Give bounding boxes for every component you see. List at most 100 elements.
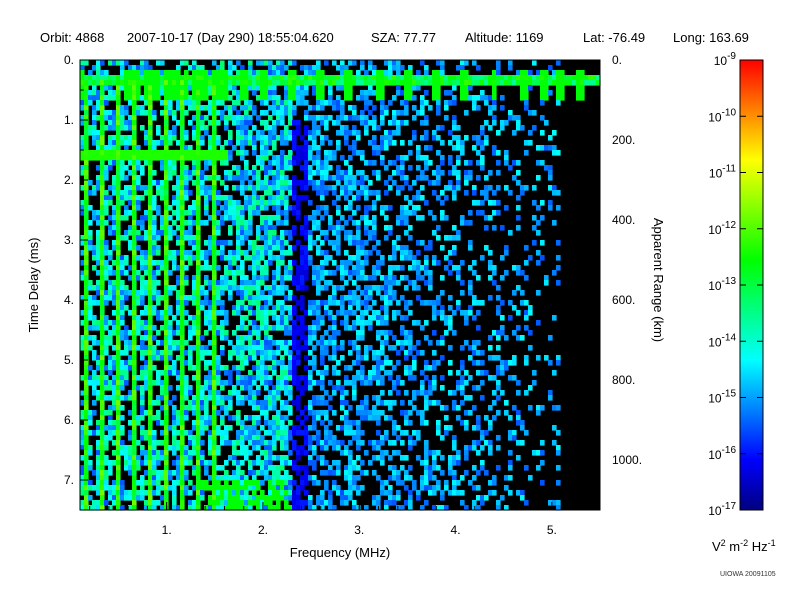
heatmap-cell (172, 485, 177, 491)
heatmap-cell (224, 125, 229, 131)
heatmap-cell (236, 500, 241, 506)
heatmap-cell (148, 325, 153, 331)
heatmap-cell (132, 490, 137, 496)
heatmap-cell (260, 95, 265, 101)
heatmap-cell (256, 485, 261, 491)
heatmap-cell (120, 85, 125, 91)
heatmap-cell (392, 290, 397, 296)
heatmap-cell (168, 155, 173, 161)
heatmap-cell (96, 365, 101, 371)
heatmap-cell (284, 285, 289, 291)
heatmap-cell (384, 305, 389, 311)
heatmap-cell (308, 375, 313, 381)
heatmap-cell (200, 175, 205, 181)
heatmap-cell (380, 375, 385, 381)
heatmap-cell (236, 410, 241, 416)
heatmap-cell (320, 385, 325, 391)
heatmap-cell (272, 160, 277, 166)
heatmap-cell (136, 160, 141, 166)
heatmap-cell (296, 95, 301, 101)
heatmap-cell (220, 300, 225, 306)
heatmap-cell (208, 320, 213, 326)
heatmap-cell (196, 360, 201, 366)
heatmap-cell (100, 315, 105, 321)
heatmap-cell (148, 375, 153, 381)
heatmap-cell (300, 75, 305, 81)
heatmap-cell (328, 280, 333, 286)
heatmap-cell (96, 260, 101, 266)
heatmap-cell (252, 135, 257, 141)
heatmap-cell (356, 455, 361, 461)
heatmap-cell (120, 490, 125, 496)
heatmap-cell (124, 75, 129, 81)
heatmap-cell (264, 395, 269, 401)
heatmap-cell (92, 335, 97, 341)
heatmap-cell (392, 420, 397, 426)
heatmap-cell (276, 385, 281, 391)
heatmap-cell (288, 135, 293, 141)
heatmap-cell (292, 340, 297, 346)
heatmap-cell (400, 295, 405, 301)
heatmap-cell (260, 470, 265, 476)
heatmap-cell (152, 460, 157, 466)
heatmap-cell (352, 110, 357, 116)
heatmap-cell (272, 490, 277, 496)
heatmap-cell (144, 285, 149, 291)
heatmap-cell (420, 460, 425, 466)
heatmap-cell (328, 300, 333, 306)
heatmap-cell (204, 155, 209, 161)
heatmap-cell (296, 180, 301, 186)
heatmap-cell (108, 470, 113, 476)
heatmap-cell (368, 140, 373, 146)
heatmap-cell (164, 200, 169, 206)
heatmap-cell (148, 350, 153, 356)
heatmap-cell (128, 455, 133, 461)
heatmap-cell (228, 80, 233, 86)
heatmap-cell (180, 405, 185, 411)
heatmap-cell (152, 400, 157, 406)
heatmap-cell (220, 310, 225, 316)
heatmap-cell (336, 195, 341, 201)
heatmap-cell (220, 440, 225, 446)
heatmap-cell (100, 185, 105, 191)
heatmap-cell (352, 340, 357, 346)
heatmap-cell (200, 460, 205, 466)
heatmap-cell (236, 475, 241, 481)
heatmap-cell (160, 265, 165, 271)
heatmap-cell (116, 95, 121, 101)
heatmap-cell (284, 440, 289, 446)
heatmap-cell (80, 185, 85, 191)
heatmap-cell (248, 185, 253, 191)
heatmap-cell (100, 250, 105, 256)
heatmap-cell (172, 460, 177, 466)
heatmap-cell (100, 385, 105, 391)
heatmap-cell (184, 90, 189, 96)
heatmap-cell (248, 290, 253, 296)
heatmap-cell (324, 175, 329, 181)
heatmap-cell (296, 445, 301, 451)
heatmap-cell (380, 260, 385, 266)
heatmap-cell (364, 285, 369, 291)
heatmap-cell (320, 100, 325, 106)
heatmap-cell (196, 350, 201, 356)
heatmap-cell (172, 170, 177, 176)
heatmap-cell (152, 235, 157, 241)
heatmap-cell (140, 75, 145, 81)
heatmap-cell (108, 200, 113, 206)
heatmap-cell (344, 195, 349, 201)
heatmap-cell (132, 80, 137, 86)
heatmap-cell (360, 185, 365, 191)
heatmap-cell (260, 380, 265, 386)
heatmap-cell (80, 65, 85, 71)
heatmap-cell (416, 85, 421, 91)
heatmap-cell (88, 325, 93, 331)
heatmap-cell (172, 495, 177, 501)
heatmap-cell (244, 150, 249, 156)
heatmap-cell (276, 435, 281, 441)
heatmap-cell (400, 175, 405, 181)
heatmap-cell (120, 155, 125, 161)
heatmap-cell (120, 135, 125, 141)
heatmap-cell (308, 495, 313, 501)
heatmap-cell (88, 220, 93, 226)
heatmap-cell (252, 415, 257, 421)
